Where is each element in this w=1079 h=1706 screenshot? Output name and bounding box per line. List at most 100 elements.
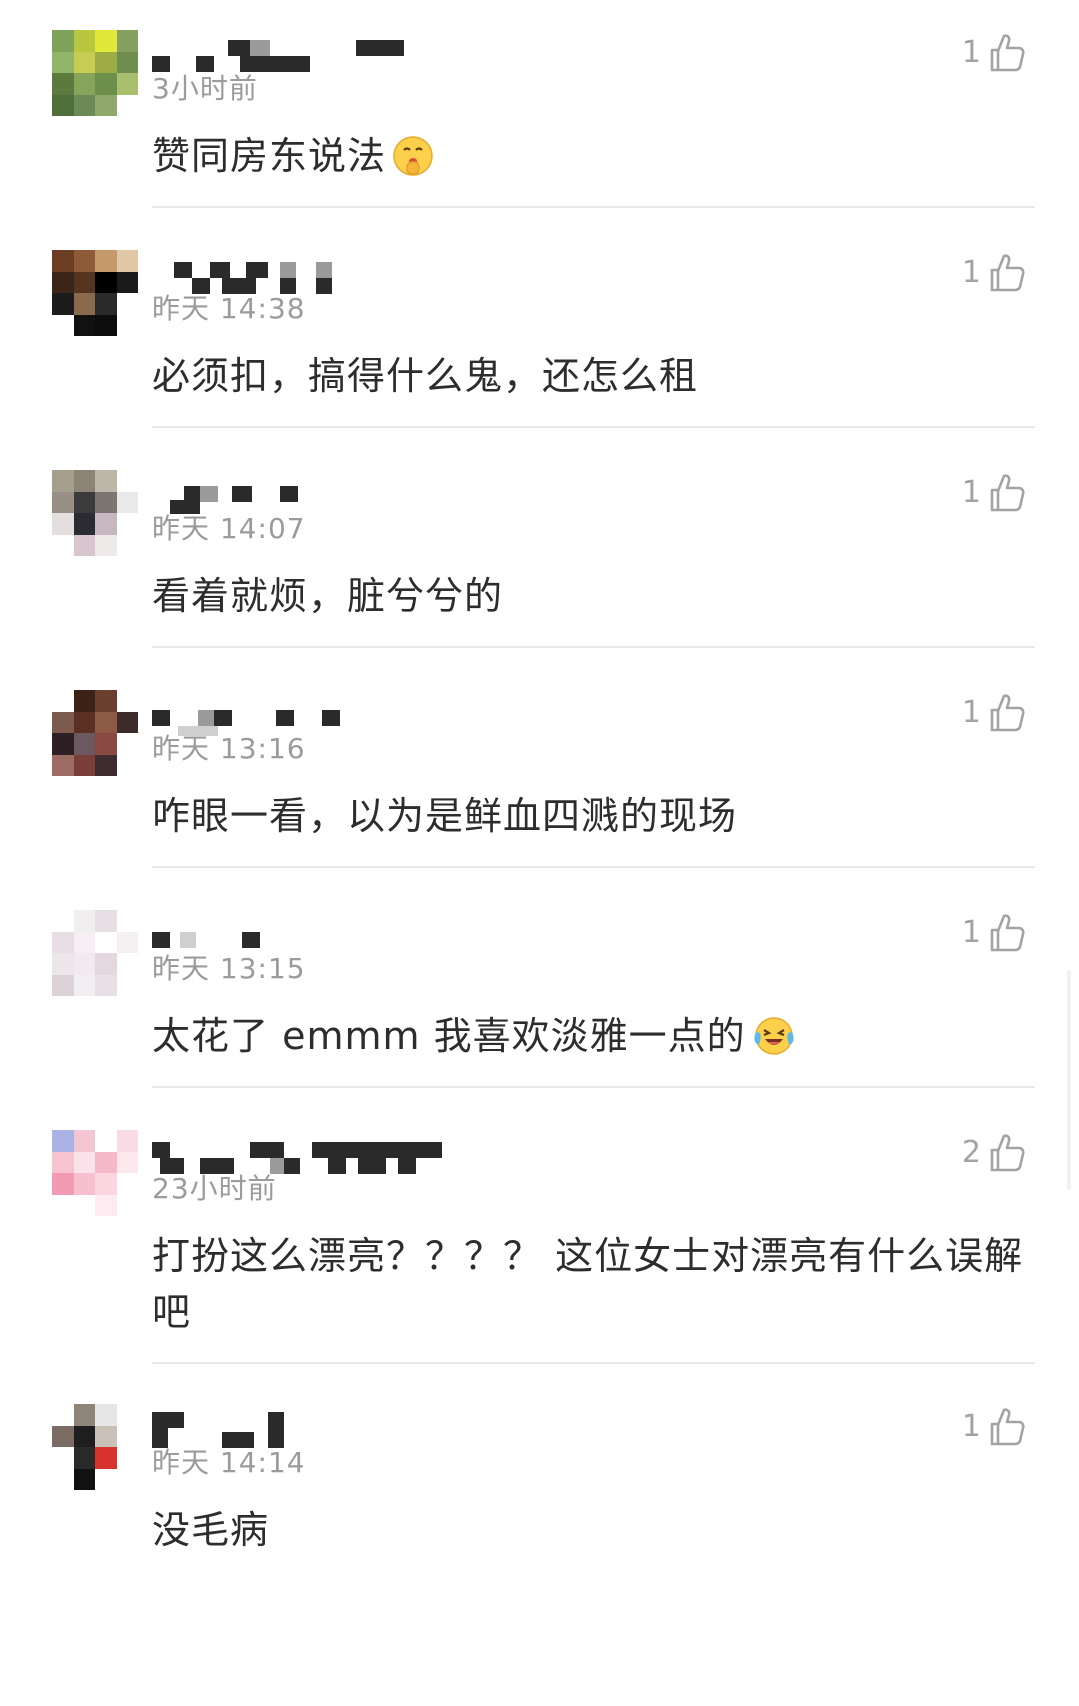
username-redacted[interactable] bbox=[152, 912, 492, 952]
avatar-pixel bbox=[116, 73, 138, 95]
username-redacted[interactable] bbox=[152, 252, 492, 294]
comment-text: 太花了 emmm 我喜欢淡雅一点的 bbox=[152, 1008, 1032, 1072]
avatar-pixel bbox=[116, 293, 138, 315]
avatar-pixel bbox=[116, 931, 138, 953]
like-count: 1 bbox=[961, 35, 981, 70]
like-button[interactable]: 1 bbox=[962, 1404, 1025, 1450]
like-count: 1 bbox=[961, 255, 981, 290]
comment-text: 赞同房东说法 bbox=[152, 128, 1032, 192]
like-button[interactable]: 2 bbox=[962, 1130, 1025, 1176]
avatar-pixel bbox=[52, 314, 74, 336]
avatar-pixel bbox=[52, 73, 74, 95]
comment-timestamp: 昨天 14:07 bbox=[152, 512, 306, 545]
avatar-pixel bbox=[52, 1404, 74, 1426]
like-button[interactable]: 1 bbox=[962, 30, 1025, 76]
avatar-pixel bbox=[116, 271, 138, 293]
avatar-pixel bbox=[116, 690, 138, 712]
comment-body: 必须扣，搞得什么鬼，还怎么租 bbox=[152, 354, 699, 398]
comment-timestamp: 3小时前 bbox=[152, 72, 258, 105]
username-redacted[interactable] bbox=[152, 472, 492, 514]
avatar[interactable] bbox=[52, 250, 138, 336]
avatar-pixel bbox=[95, 974, 117, 996]
avatar-pixel bbox=[52, 1447, 74, 1469]
avatar-pixel bbox=[52, 271, 74, 293]
like-button[interactable]: 1 bbox=[962, 250, 1025, 296]
username-redacted[interactable] bbox=[152, 32, 492, 72]
avatar-pixel bbox=[95, 470, 117, 492]
avatar-pixel bbox=[116, 1173, 138, 1195]
avatar-pixel bbox=[52, 1194, 74, 1216]
avatar-pixel bbox=[52, 1425, 74, 1447]
avatar-pixel bbox=[52, 293, 74, 315]
avatar-pixel bbox=[116, 470, 138, 492]
avatar-pixel bbox=[73, 931, 95, 953]
avatar[interactable] bbox=[52, 470, 138, 556]
comment-timestamp: 昨天 14:14 bbox=[152, 1446, 306, 1479]
avatar-pixel bbox=[73, 754, 95, 776]
comment-text: 打扮这么漂亮？？？？ 这位女士对漂亮有什么误解吧 bbox=[152, 1228, 1032, 1340]
like-button[interactable]: 1 bbox=[962, 910, 1025, 956]
avatar-pixel bbox=[73, 1194, 95, 1216]
avatar-pixel bbox=[116, 910, 138, 932]
avatar-pixel bbox=[73, 250, 95, 272]
comment-body: 太花了 emmm 我喜欢淡雅一点的 bbox=[152, 1014, 746, 1058]
laughing-crying-icon bbox=[752, 1015, 796, 1072]
username-redacted[interactable] bbox=[152, 692, 492, 736]
avatar-pixel bbox=[73, 513, 95, 535]
avatar-pixel bbox=[73, 470, 95, 492]
avatar-pixel bbox=[116, 733, 138, 755]
divider bbox=[152, 1362, 1035, 1364]
avatar-pixel bbox=[116, 1404, 138, 1426]
avatar[interactable] bbox=[52, 1404, 138, 1490]
scrollbar[interactable] bbox=[1067, 970, 1071, 1190]
avatar[interactable] bbox=[52, 690, 138, 776]
comment-body: 赞同房东说法 bbox=[152, 134, 387, 178]
avatar-pixel bbox=[116, 314, 138, 336]
like-count: 2 bbox=[961, 1135, 981, 1170]
avatar-pixel bbox=[95, 94, 117, 116]
like-button[interactable]: 1 bbox=[962, 470, 1025, 516]
avatar-pixel bbox=[95, 1447, 117, 1469]
avatar-pixel bbox=[95, 953, 117, 975]
avatar-pixel bbox=[52, 733, 74, 755]
avatar-pixel bbox=[52, 30, 74, 52]
like-button[interactable]: 1 bbox=[962, 690, 1025, 736]
username-redacted[interactable] bbox=[152, 1406, 492, 1448]
avatar-pixel bbox=[95, 1425, 117, 1447]
avatar-pixel bbox=[95, 711, 117, 733]
avatar-pixel bbox=[73, 733, 95, 755]
avatar-pixel bbox=[73, 30, 95, 52]
avatar-pixel bbox=[95, 754, 117, 776]
avatar-pixel bbox=[95, 293, 117, 315]
avatar-pixel bbox=[116, 1130, 138, 1152]
avatar-pixel bbox=[52, 690, 74, 712]
avatar-pixel bbox=[73, 1425, 95, 1447]
avatar-pixel bbox=[52, 470, 74, 492]
avatar-pixel bbox=[95, 51, 117, 73]
avatar[interactable] bbox=[52, 910, 138, 996]
like-count: 1 bbox=[961, 695, 981, 730]
username-redacted[interactable] bbox=[152, 1132, 492, 1174]
avatar-pixel bbox=[95, 314, 117, 336]
avatar-pixel bbox=[116, 1194, 138, 1216]
avatar-pixel bbox=[73, 73, 95, 95]
thumbs-up-icon bbox=[989, 473, 1025, 513]
avatar-pixel bbox=[73, 910, 95, 932]
avatar-pixel bbox=[73, 293, 95, 315]
avatar-pixel bbox=[52, 513, 74, 535]
like-count: 1 bbox=[961, 475, 981, 510]
avatar-pixel bbox=[73, 1130, 95, 1152]
avatar-pixel bbox=[95, 513, 117, 535]
avatar-pixel bbox=[116, 513, 138, 535]
comment-timestamp: 昨天 14:38 bbox=[152, 292, 306, 325]
avatar[interactable] bbox=[52, 30, 138, 116]
avatar-pixel bbox=[116, 30, 138, 52]
avatar-pixel bbox=[116, 534, 138, 556]
avatar-pixel bbox=[95, 910, 117, 932]
thumbs-up-icon bbox=[989, 33, 1025, 73]
comment-text: 必须扣，搞得什么鬼，还怎么租 bbox=[152, 348, 1032, 404]
avatar[interactable] bbox=[52, 1130, 138, 1216]
avatar-pixel bbox=[95, 1404, 117, 1426]
avatar-pixel bbox=[116, 1425, 138, 1447]
avatar-pixel bbox=[116, 953, 138, 975]
